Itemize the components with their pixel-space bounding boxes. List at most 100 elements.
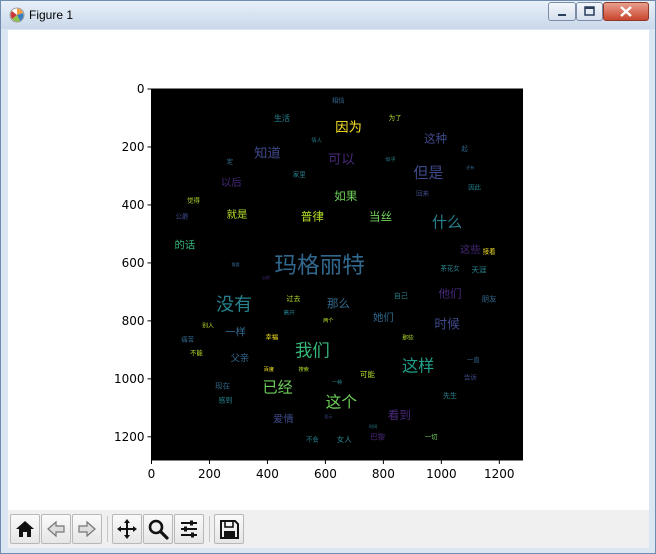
word-cloud-word: 似乎: [385, 155, 395, 163]
close-icon: [620, 6, 632, 17]
save-icon: [220, 520, 239, 539]
axes[interactable]: 玛格丽特没有我们这样这个 已经 但是什么 因为知道 可以 这种如果普律 当丝 就是 以后那么 他们…: [8, 30, 649, 510]
word-cloud-word: 觉得: [187, 196, 200, 205]
word-cloud-word: 还有: [466, 164, 474, 170]
word-cloud-word: 痛苦: [181, 335, 194, 344]
maximize-button[interactable]: [576, 2, 603, 21]
configure-subplots-button[interactable]: [174, 514, 204, 544]
word-cloud-word: 显示: [324, 414, 332, 419]
save-button[interactable]: [214, 514, 244, 544]
word-cloud-word: 玛格丽特: [274, 253, 364, 279]
y-tick-label: 0: [137, 82, 145, 96]
word-cloud-word: 她们: [373, 311, 394, 324]
x-tick-label: 0: [148, 467, 156, 481]
toolbar-separator: [107, 516, 108, 542]
word-cloud-word: 可以: [328, 153, 355, 168]
word-cloud-word: 因此: [468, 183, 481, 192]
word-cloud-word: 巴黎: [370, 431, 385, 441]
word-cloud-word: 看到: [388, 408, 411, 422]
word-cloud-word: 已经: [262, 379, 292, 397]
word-cloud-word: 一样: [225, 325, 246, 338]
home-icon: [16, 521, 34, 537]
word-cloud-word: 公爵: [176, 212, 189, 221]
x-tick-label: 200: [198, 467, 221, 481]
y-tick-label: 800: [122, 314, 145, 328]
forward-button[interactable]: [72, 514, 102, 544]
word-cloud-word: 那些: [402, 333, 414, 341]
word-cloud-word: 为了: [389, 113, 402, 122]
word-cloud-word: 相信: [332, 96, 345, 105]
word-cloud-word: 这样: [402, 356, 434, 375]
word-cloud-word: 起: [461, 144, 468, 152]
word-cloud-word: 的话: [174, 239, 195, 252]
word-cloud-word: 以前: [262, 274, 270, 280]
word-cloud-word: 以后: [221, 177, 242, 189]
x-tick-label: 1000: [426, 467, 457, 481]
word-cloud-word: 普律: [301, 210, 325, 224]
word-cloud-word: 现在: [215, 381, 230, 391]
pan-icon: [117, 519, 137, 539]
zoom-icon: [148, 519, 169, 540]
word-cloud-word: 情人: [312, 136, 322, 144]
word-cloud-word: 不会: [306, 435, 319, 444]
maximize-icon: [584, 6, 595, 16]
word-cloud-word: 时间: [369, 423, 377, 429]
word-cloud-word: 如果: [334, 189, 358, 203]
word-cloud-word: 那么: [327, 296, 350, 310]
word-cloud-word: 可能: [360, 369, 375, 379]
word-cloud-word: 感到: [218, 396, 232, 405]
forward-icon: [78, 520, 96, 538]
word-cloud-word: 爱情: [273, 412, 294, 425]
word-cloud-word: 这种: [424, 131, 447, 145]
configure-subplots-icon: [181, 520, 197, 538]
figure-window: Figure 1 玛格丽特 没有 我们 这样 这个 已经 但是 什么 因为 知道 可以 这种 如果 普律 当…: [0, 0, 656, 554]
word-cloud-word: 当丝: [369, 210, 392, 224]
word-cloud-word: 一直: [467, 355, 480, 364]
home-button[interactable]: [10, 514, 40, 544]
word-cloud-word: 两个: [323, 317, 334, 324]
close-button[interactable]: [603, 2, 649, 21]
minimize-button[interactable]: [548, 2, 576, 21]
y-tick-label: 1000: [114, 372, 145, 386]
x-tick-label: 1200: [484, 467, 515, 481]
word-cloud-word: 自己: [394, 291, 408, 300]
word-cloud-word: 父亲: [231, 352, 250, 364]
title-bar[interactable]: Figure 1: [1, 1, 655, 29]
word-cloud-word: 茶花女: [440, 264, 460, 273]
word-cloud-word: 家里: [293, 170, 306, 179]
word-cloud-word: 先生: [443, 391, 457, 400]
x-axis: 0 200 400 600 800 1000 1200: [148, 460, 515, 481]
x-tick-label: 800: [372, 467, 395, 481]
word-cloud-word: 离开: [283, 309, 295, 317]
word-cloud-word: 不能: [190, 348, 203, 357]
word-cloud-word: 过去: [287, 294, 301, 303]
back-icon: [47, 520, 65, 538]
y-tick-label: 200: [122, 140, 145, 154]
word-cloud-word: 需要: [231, 261, 239, 267]
word-cloud-word: 他们: [438, 286, 461, 300]
y-axis: 0 200 400 600 800 1000 1200: [114, 82, 152, 444]
word-cloud-word: 天涯: [472, 266, 487, 275]
figure-canvas[interactable]: 玛格丽特 没有 我们 这样 这个 已经 但是 什么 因为 知道 可以 这种 如果 普律 当丝 就是 以后 那么 他们…: [8, 30, 649, 548]
word-cloud-word: 生活: [274, 113, 290, 123]
word-cloud-word: 我们: [295, 341, 330, 361]
word-cloud-word: 朋友: [482, 294, 497, 304]
word-cloud-word: 这些: [460, 243, 481, 256]
zoom-button[interactable]: [143, 514, 173, 544]
y-tick-label: 600: [122, 256, 145, 270]
back-button[interactable]: [41, 514, 71, 544]
word-cloud-word: 接着: [483, 246, 496, 255]
word-cloud-word: 什么: [432, 213, 462, 231]
word-cloud-word: 搜索: [298, 365, 308, 373]
word-cloud-word: 告诉: [464, 372, 477, 381]
word-cloud-word: 这个: [326, 393, 358, 412]
pan-button[interactable]: [112, 514, 142, 544]
word-cloud-word: 知道: [254, 145, 281, 162]
x-tick-label: 600: [314, 467, 337, 481]
word-cloud-word: 定: [227, 156, 234, 165]
word-cloud-word: 一切: [425, 433, 438, 441]
word-cloud-word: 女人: [337, 434, 352, 444]
minimize-icon: [558, 14, 566, 16]
word-cloud-word: 但是: [413, 164, 443, 182]
word-cloud-word: 时候: [434, 318, 460, 333]
